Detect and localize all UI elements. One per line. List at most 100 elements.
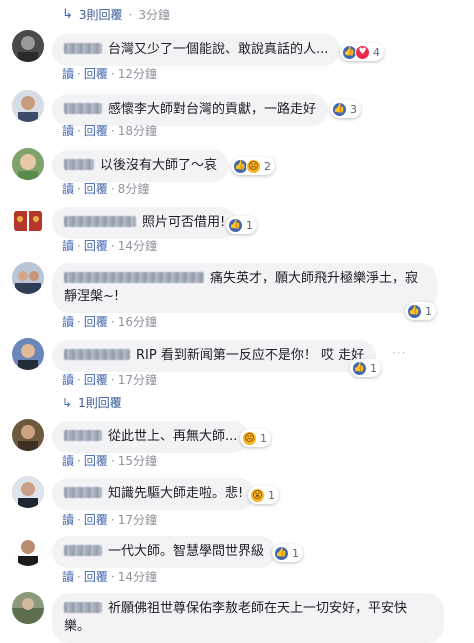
reply-link[interactable]: 回覆 [84, 373, 108, 387]
sad-face-icon: ☹ [246, 158, 261, 174]
comment-bubble: 痛失英才，願大師飛升極樂淨土，寂靜涅槃~! [52, 263, 437, 313]
view-replies-link[interactable]: ↳ 1則回覆 [62, 394, 122, 411]
reply-link[interactable]: 回覆 [84, 124, 108, 138]
comment-text: 祈願佛祖世尊保佑李敖老師在天上一切安好，平安快樂。 [64, 601, 408, 634]
thumbs-up-icon: 👍 [228, 217, 243, 233]
thumbs-up-icon: 👍 [332, 101, 347, 117]
comment-time: 18分鐘 [117, 124, 157, 138]
comment-options-icon[interactable]: ··· [392, 346, 406, 360]
comment-text: 以後沒有大師了～哀 [100, 158, 218, 173]
comment-time: 8分鐘 [117, 182, 150, 196]
avatar[interactable] [12, 262, 44, 294]
avatar[interactable] [12, 338, 44, 370]
comment-actions: 讀 · 回覆 · 14分鐘 [62, 239, 157, 253]
comment-text: 照片可否借用! [142, 215, 226, 230]
avatar[interactable] [12, 148, 44, 180]
commenter-name[interactable] [64, 159, 94, 170]
commenter-name[interactable] [64, 103, 102, 114]
thumbs-up-icon: 👍 [352, 360, 367, 376]
reactions-badge[interactable]: 😮 1 [248, 486, 279, 504]
reactions-badge[interactable]: 👍 1 [350, 359, 381, 377]
read-link[interactable]: 讀 [62, 373, 74, 387]
reactions-badge[interactable]: 👍 ♥ 4 [340, 43, 384, 61]
comment-actions: 讀 · 回覆 · 18分鐘 [62, 124, 157, 138]
reactions-badge[interactable]: ☹ 1 [240, 429, 271, 447]
reply-link[interactable]: 回覆 [84, 67, 108, 81]
comment-time: 14分鐘 [117, 570, 157, 584]
reply-link[interactable]: 回覆 [84, 454, 108, 468]
commenter-name[interactable] [64, 43, 102, 54]
read-link[interactable]: 讀 [62, 67, 74, 81]
comment-actions: 讀 · 回覆 · 12分鐘 [62, 67, 157, 81]
avatar[interactable] [12, 205, 44, 237]
comment-bubble: RIP 看到新闻第一反应不是你！ 哎 走好 [52, 340, 377, 372]
avatar[interactable] [12, 30, 44, 62]
comment-time: 14分鐘 [117, 239, 157, 253]
comment-bubble: 知識先驅大師走啦。悲! [52, 478, 256, 510]
comment-actions: 讀 · 回覆 · 15分鐘 [62, 454, 157, 468]
comment-time: 17分鐘 [117, 373, 157, 387]
comment-bubble: 祈願佛祖世尊保佑李敖老師在天上一切安好，平安快樂。 [52, 593, 444, 643]
comment-time: 12分鐘 [117, 67, 157, 81]
reactions-badge[interactable]: 👍 1 [272, 544, 303, 562]
comment-text: 台灣又少了一個能說、敢說真話的人... [108, 42, 329, 57]
avatar[interactable] [12, 534, 44, 566]
reply-link[interactable]: 回覆 [84, 239, 108, 253]
commenter-name[interactable] [64, 602, 102, 613]
comment-bubble: 台灣又少了一個能說、敢說真話的人... [52, 34, 341, 66]
view-replies-link[interactable]: ↳ 3則回覆 · 3分鐘 [62, 6, 170, 23]
reply-arrow-icon: ↳ [62, 395, 73, 410]
avatar[interactable] [12, 90, 44, 122]
read-link[interactable]: 讀 [62, 315, 74, 329]
commenter-name[interactable] [64, 272, 204, 283]
wow-face-icon: 😮 [250, 487, 265, 503]
comment-text: 一代大師。智慧學問世界級 [108, 544, 265, 559]
commenter-name[interactable] [64, 545, 102, 556]
reply-link[interactable]: 回覆 [84, 513, 108, 527]
thumbs-up-icon: 👍 [407, 303, 422, 319]
comment-bubble: 以後沒有大師了～哀 [52, 150, 230, 182]
read-link[interactable]: 讀 [62, 570, 74, 584]
comment-actions: 讀 · 回覆 · 17分鐘 [62, 373, 157, 387]
comment-actions: 讀 · 回覆 · 8分鐘 [62, 182, 150, 196]
replies-count[interactable]: 1則回覆 [78, 394, 122, 411]
commenter-name[interactable] [64, 216, 136, 227]
read-link[interactable]: 讀 [62, 239, 74, 253]
reactions-badge[interactable]: 👍 1 [226, 216, 257, 234]
comment-text: 知識先驅大師走啦。悲! [108, 486, 244, 501]
avatar[interactable] [12, 592, 44, 624]
reply-link[interactable]: 回覆 [84, 182, 108, 196]
reply-link[interactable]: 回覆 [84, 570, 108, 584]
reactions-badge[interactable]: 👍 3 [330, 100, 361, 118]
commenter-name[interactable] [64, 430, 102, 441]
comment-actions: 讀 · 回覆 · 17分鐘 [62, 513, 157, 527]
comment-time: 16分鐘 [117, 315, 157, 329]
comment-actions: 讀 · 回覆 · 14分鐘 [62, 570, 157, 584]
reactions-badge[interactable]: 👍 1 [405, 302, 436, 320]
comment-time: 15分鐘 [117, 454, 157, 468]
commenter-name[interactable] [64, 349, 130, 360]
read-link[interactable]: 讀 [62, 454, 74, 468]
reply-link[interactable]: 回覆 [84, 315, 108, 329]
read-link[interactable]: 讀 [62, 513, 74, 527]
avatar[interactable] [12, 419, 44, 451]
replies-count[interactable]: 3則回覆 [79, 6, 123, 23]
commenter-name[interactable] [64, 487, 102, 498]
avatar[interactable] [12, 476, 44, 508]
comment-bubble: 照片可否借用! [52, 207, 238, 239]
comment-bubble: 一代大師。智慧學問世界級 [52, 536, 277, 568]
thumbs-up-icon: 👍 [274, 545, 289, 561]
read-link[interactable]: 讀 [62, 124, 74, 138]
comment-text: 從此世上、再無大師... [108, 429, 238, 444]
comment-text: 感懷李大師對台灣的貢獻，一路走好 [108, 102, 317, 117]
sad-face-icon: ☹ [242, 430, 257, 446]
comment-actions: 讀 · 回覆 · 16分鐘 [62, 315, 157, 329]
reply-arrow-icon: ↳ [62, 7, 73, 22]
heart-icon: ♥ [355, 44, 370, 60]
reactions-badge[interactable]: 👍 ☹ 2 [231, 157, 275, 175]
thread-time: 3分鐘 [138, 8, 171, 22]
read-link[interactable]: 讀 [62, 182, 74, 196]
comment-time: 17分鐘 [117, 513, 157, 527]
comment-bubble: 從此世上、再無大師... [52, 421, 250, 453]
comment-text: RIP 看到新闻第一反应不是你！ 哎 走好 [136, 348, 365, 363]
